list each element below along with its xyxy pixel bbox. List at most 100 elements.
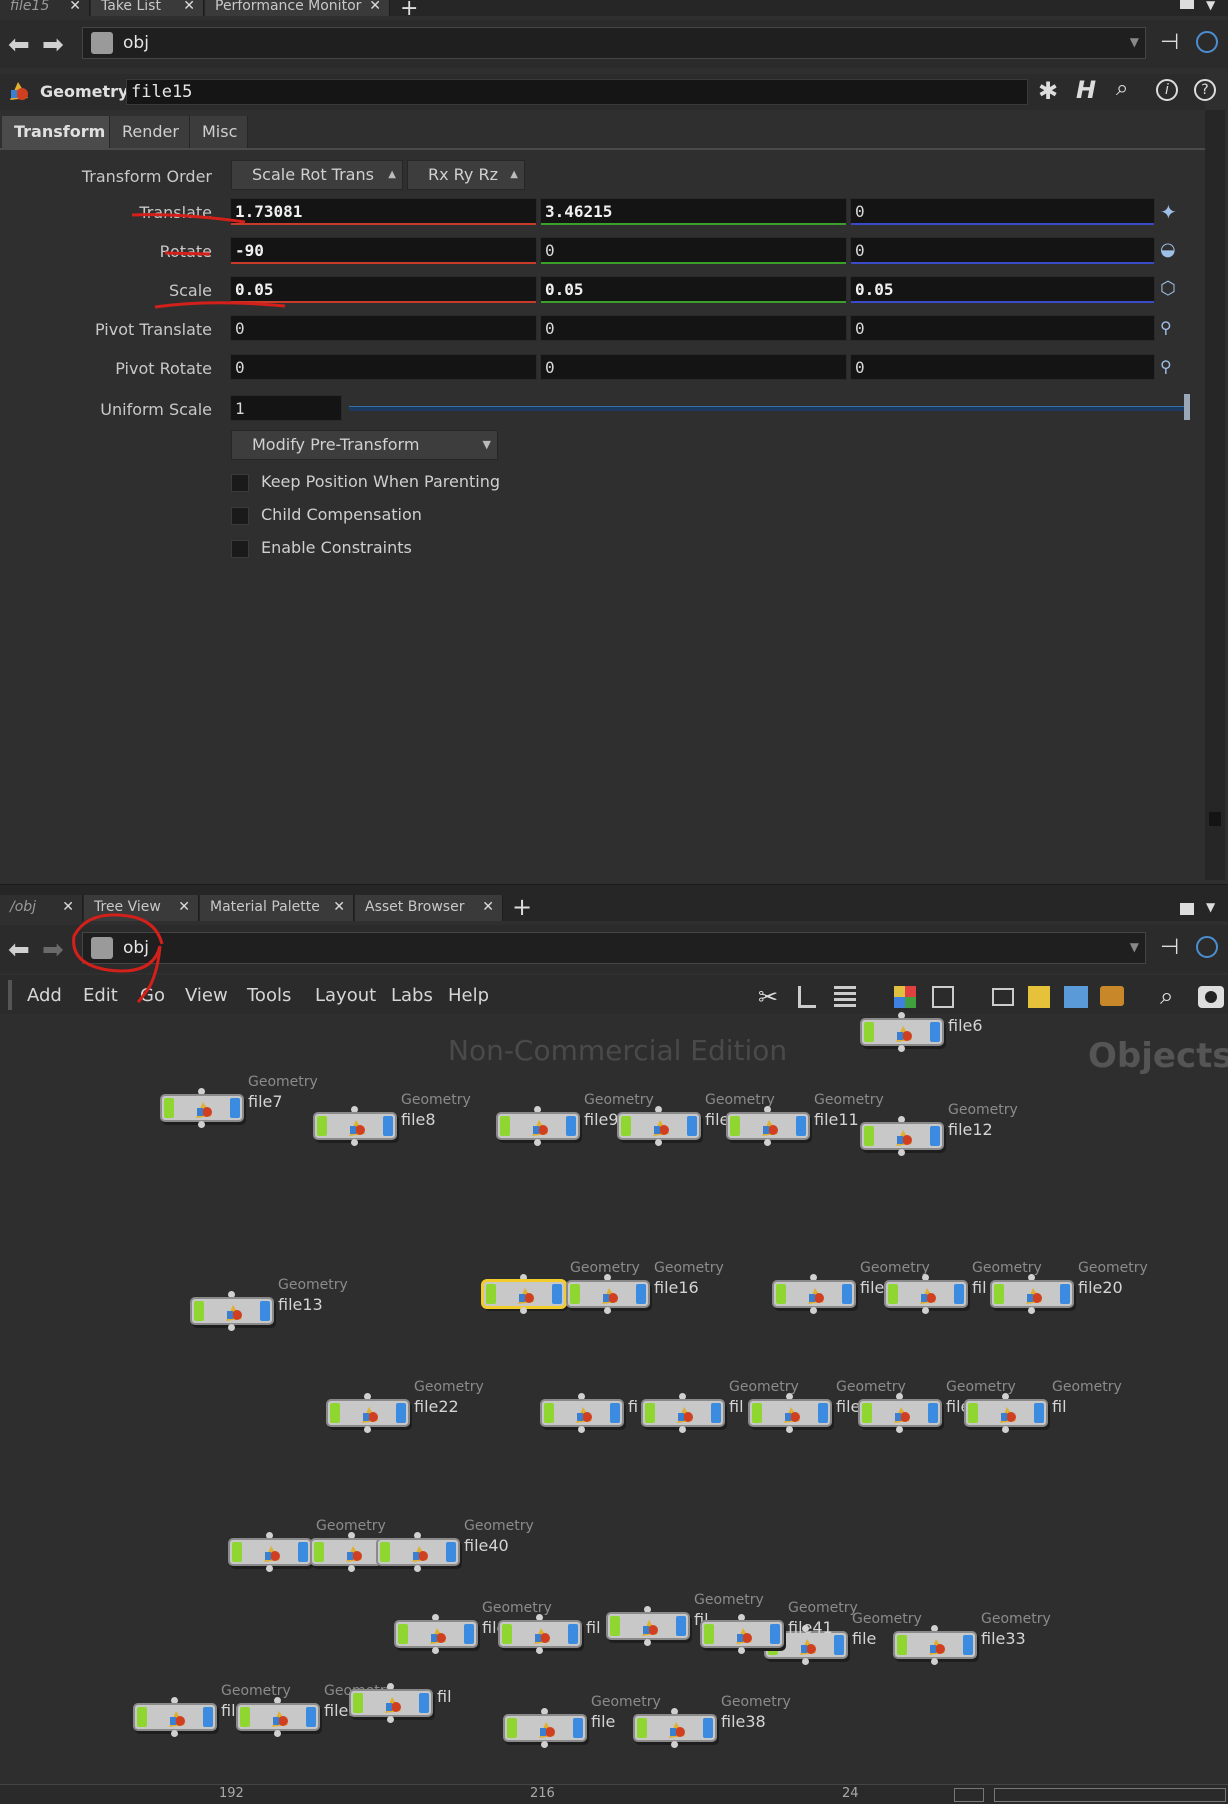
output-connector[interactable] <box>1002 1426 1009 1433</box>
node-name-label[interactable]: fil <box>972 1278 987 1297</box>
child-compensation-checkbox[interactable] <box>231 507 249 525</box>
bypass-flag[interactable] <box>486 1284 496 1304</box>
forward-arrow-icon[interactable]: ➡ <box>42 935 64 965</box>
output-connector[interactable] <box>922 1307 929 1314</box>
menu-go[interactable]: Go <box>140 985 165 1006</box>
geometry-node[interactable] <box>498 1614 582 1654</box>
bypass-flag[interactable] <box>502 1624 512 1644</box>
color-palette-icon[interactable] <box>894 986 916 1008</box>
wrench-icon[interactable]: ✂ <box>758 983 778 1011</box>
menu-labs[interactable]: Labs <box>391 985 433 1006</box>
node-body[interactable] <box>748 1399 832 1427</box>
node-name-label[interactable]: file6 <box>948 1016 983 1035</box>
node-body[interactable] <box>772 1280 856 1308</box>
display-flag[interactable] <box>306 1707 316 1727</box>
bypass-flag[interactable] <box>864 1126 874 1146</box>
geometry-node[interactable] <box>482 1274 566 1314</box>
display-flag[interactable] <box>711 1403 721 1423</box>
pivot-handle-icon[interactable]: ⚲ <box>1160 318 1184 342</box>
display-flag[interactable] <box>930 1022 940 1042</box>
node-body[interactable] <box>606 1612 690 1640</box>
display-flag[interactable] <box>573 1718 583 1738</box>
ruler-scroll-track[interactable] <box>994 1788 1226 1802</box>
pane-menu-icon[interactable]: ▼ <box>1206 900 1215 914</box>
transform-order-menu[interactable]: Scale Rot Trans ▲ <box>231 160 403 190</box>
translate-x-field[interactable]: 1.73081 <box>230 198 537 225</box>
search-icon[interactable]: ⌕ <box>1116 76 1128 101</box>
close-icon[interactable]: ✕ <box>183 0 195 13</box>
geometry-node[interactable] <box>503 1708 587 1748</box>
grid-icon[interactable] <box>932 986 954 1008</box>
rotate-order-menu[interactable]: Rx Ry Rz ▲ <box>407 160 525 190</box>
node-name-label[interactable]: file <box>836 1397 860 1416</box>
display-flag[interactable] <box>383 1116 393 1136</box>
node-name-label[interactable]: fil <box>729 1397 744 1416</box>
output-connector[interactable] <box>171 1730 178 1737</box>
tab-tree-view[interactable]: Tree View ✕ <box>84 895 199 921</box>
output-connector[interactable] <box>198 1121 205 1128</box>
node-body[interactable] <box>133 1703 217 1731</box>
output-connector[interactable] <box>541 1741 548 1748</box>
menu-add[interactable]: Add <box>27 985 62 1006</box>
node-body[interactable] <box>540 1399 624 1427</box>
translate-z-field[interactable]: 0 <box>850 198 1155 225</box>
node-name-label[interactable]: file40 <box>464 1536 509 1555</box>
bypass-flag[interactable] <box>888 1284 898 1304</box>
chevron-down-icon[interactable]: ▼ <box>1130 940 1139 954</box>
scale-y-field[interactable]: 0.05 <box>540 276 847 303</box>
modify-pre-transform-menu[interactable]: Modify Pre-Transform ▼ <box>231 430 498 460</box>
geometry-node[interactable] <box>496 1106 580 1146</box>
output-connector[interactable] <box>671 1741 678 1748</box>
geometry-node[interactable] <box>540 1393 624 1433</box>
node-body[interactable] <box>860 1018 944 1046</box>
menu-view[interactable]: View <box>185 985 228 1006</box>
output-connector[interactable] <box>534 1139 541 1146</box>
add-tab-icon[interactable]: + <box>400 0 418 21</box>
node-name-label[interactable]: file8 <box>401 1110 436 1129</box>
output-connector[interactable] <box>351 1139 358 1146</box>
geometry-node[interactable] <box>190 1291 274 1331</box>
node-body[interactable] <box>326 1399 410 1427</box>
geometry-node[interactable] <box>133 1697 217 1737</box>
bypass-flag[interactable] <box>862 1403 872 1423</box>
geometry-node[interactable] <box>726 1106 810 1146</box>
node-body[interactable] <box>566 1280 650 1308</box>
tab-material-palette[interactable]: Material Palette ✕ <box>200 895 354 921</box>
node-body[interactable] <box>641 1399 725 1427</box>
scale-x-field[interactable]: 0.05 <box>230 276 537 303</box>
display-flag[interactable] <box>260 1301 270 1321</box>
geometry-node[interactable] <box>748 1393 832 1433</box>
geometry-node[interactable] <box>313 1106 397 1146</box>
maximize-icon[interactable] <box>1180 0 1194 9</box>
operator-name-field[interactable]: file15 <box>126 79 1028 105</box>
output-connector[interactable] <box>348 1565 355 1572</box>
output-connector[interactable] <box>802 1658 809 1665</box>
geometry-node[interactable] <box>700 1614 784 1654</box>
display-flag[interactable] <box>552 1284 562 1304</box>
display-flag[interactable] <box>636 1284 646 1304</box>
geometry-node[interactable] <box>858 1393 942 1433</box>
display-flag[interactable] <box>568 1624 578 1644</box>
node-name-label[interactable]: fi <box>628 1397 638 1416</box>
node-body[interactable] <box>617 1112 701 1140</box>
geometry-node[interactable] <box>633 1708 717 1748</box>
output-connector[interactable] <box>679 1426 686 1433</box>
node-name-label[interactable]: file <box>860 1278 884 1297</box>
pivot-rotate-x-field[interactable]: 0 <box>230 354 537 380</box>
output-connector[interactable] <box>387 1716 394 1723</box>
output-connector[interactable] <box>274 1730 281 1737</box>
menu-help[interactable]: Help <box>448 985 489 1006</box>
bypass-flag[interactable] <box>137 1707 147 1727</box>
bypass-flag[interactable] <box>398 1624 408 1644</box>
bypass-flag[interactable] <box>507 1718 517 1738</box>
output-connector[interactable] <box>810 1307 817 1314</box>
pin-icon[interactable]: ⊣ <box>1160 30 1179 55</box>
bypass-flag[interactable] <box>994 1284 1004 1304</box>
close-icon[interactable]: ✕ <box>333 895 345 919</box>
bypass-flag[interactable] <box>621 1116 631 1136</box>
bypass-flag[interactable] <box>864 1022 874 1042</box>
close-icon[interactable]: ✕ <box>482 895 494 919</box>
node-name-label[interactable]: file33 <box>981 1629 1026 1648</box>
geometry-node[interactable] <box>160 1088 244 1128</box>
display-flag[interactable] <box>928 1403 938 1423</box>
